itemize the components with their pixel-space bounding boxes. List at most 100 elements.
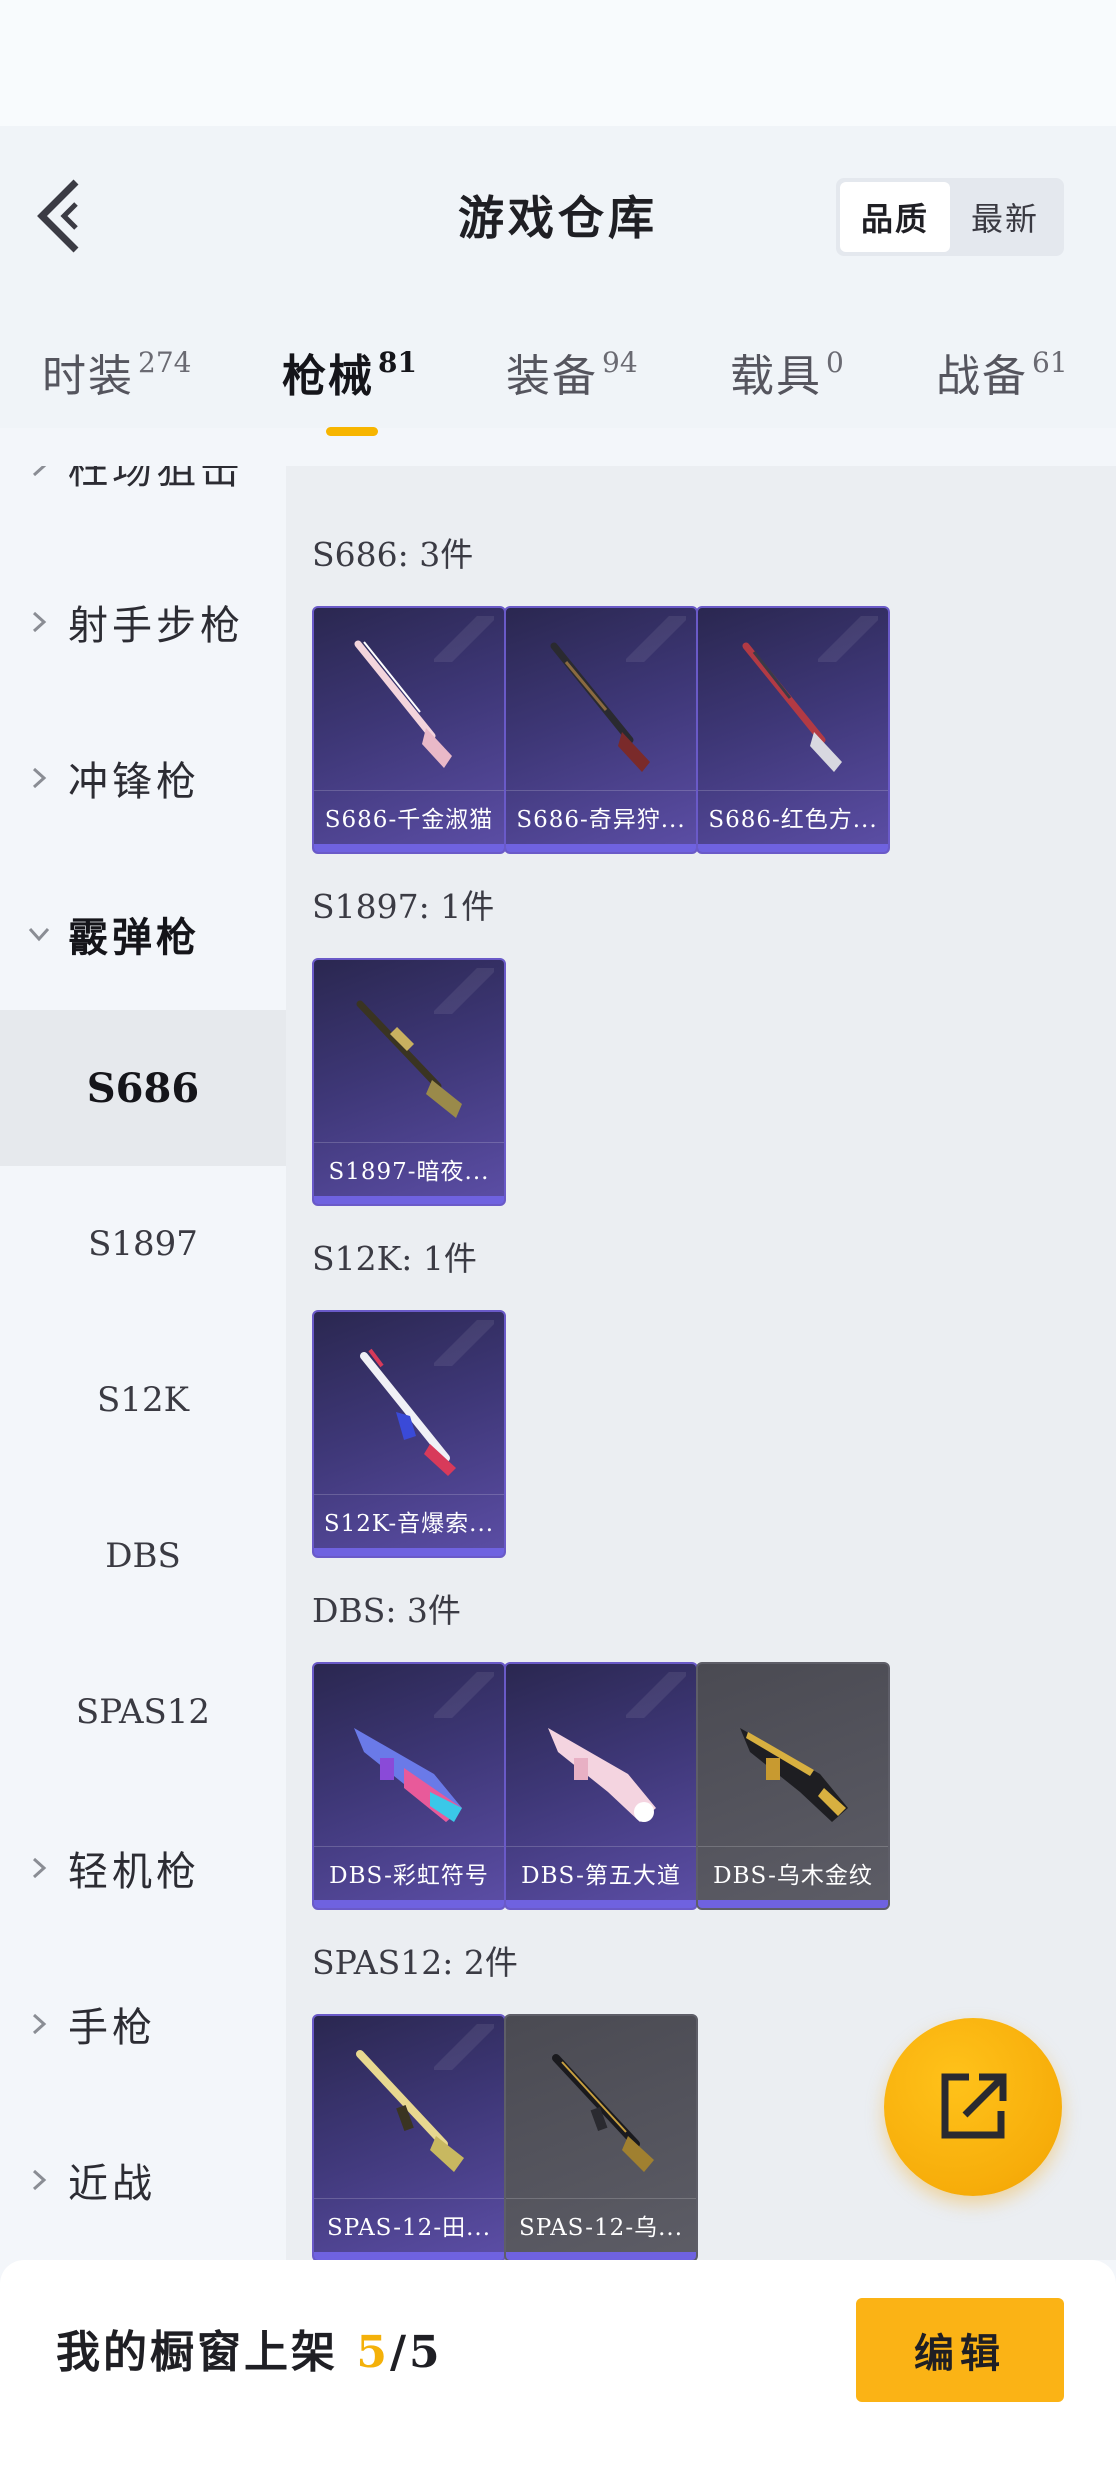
item-name: SPAS-12-乌... xyxy=(506,2198,696,2250)
item-name: DBS-乌木金纹 xyxy=(698,1846,888,1898)
rarity-bar xyxy=(698,1900,888,1908)
sidebar-item-label: 霰弹枪 xyxy=(68,914,200,961)
share-button[interactable] xyxy=(884,2018,1062,2196)
rarity-bar xyxy=(314,2252,504,2260)
rarity-bar xyxy=(506,2252,696,2260)
sort-quality-button[interactable]: 品质 xyxy=(840,182,950,252)
tab-label: 装备 xyxy=(506,351,598,402)
showcase-current-count: 5 xyxy=(356,2327,390,2378)
item-card[interactable]: S1897-暗夜... xyxy=(312,958,506,1206)
item-name: DBS-第五大道 xyxy=(506,1846,696,1898)
auto-shotgun-white-icon xyxy=(334,1336,488,1490)
tab-count: 94 xyxy=(602,346,638,379)
rarity-bar xyxy=(506,1900,696,1908)
rarity-bar xyxy=(314,1196,504,1204)
item-card[interactable]: DBS-彩虹符号 xyxy=(312,1662,506,1910)
sidebar-item-label: 轻机枪 xyxy=(68,1849,200,1895)
rarity-bar xyxy=(314,1548,504,1556)
tab-label: 载具 xyxy=(730,351,822,402)
tab-count: 81 xyxy=(378,346,417,379)
tab-label: 枪械 xyxy=(282,351,374,402)
sidebar-item-shotgun[interactable]: 霰弹枪 xyxy=(0,856,286,1012)
tab-count: 61 xyxy=(1032,346,1068,379)
item-card[interactable]: S686-千金淑猫 xyxy=(312,606,506,854)
spas-gold-icon xyxy=(334,2040,488,2194)
sidebar-item-label: 手枪 xyxy=(68,2005,156,2051)
sort-toggle: 品质 最新 xyxy=(836,178,1064,256)
sort-latest-button[interactable]: 最新 xyxy=(950,182,1060,252)
sidebar-subitem-s686[interactable]: S686 xyxy=(0,1010,286,1166)
sidebar-item-marksman-rifle[interactable]: 射手步枪 xyxy=(0,544,286,700)
sidebar-item-partial[interactable]: 枉场狙击 xyxy=(0,466,286,544)
sidebar-item-label: 射手步枪 xyxy=(68,603,244,649)
chevron-right-icon xyxy=(32,767,47,789)
tab-vehicles[interactable]: 载具 0 xyxy=(730,340,844,450)
chevron-right-icon xyxy=(32,611,47,633)
sidebar-item-label: 枉场狙击 xyxy=(68,466,244,493)
chevron-right-icon xyxy=(32,1857,47,1879)
chevron-down-icon xyxy=(28,927,50,942)
item-grid[interactable]: S686: 3件 S686-千金淑猫 S686-奇异狩... S686-红色方.… xyxy=(286,466,1116,2260)
spas-ebony-icon xyxy=(526,2040,680,2194)
tab-count: 274 xyxy=(138,346,192,379)
shotgun-dark-icon xyxy=(526,632,680,786)
tab-count: 0 xyxy=(826,346,844,379)
group-title-dbs: DBS: 3件 xyxy=(312,1591,461,1630)
rarity-bar xyxy=(314,1900,504,1908)
item-card[interactable]: DBS-乌木金纹 xyxy=(696,1662,890,1910)
item-name: S12K-音爆索... xyxy=(314,1494,504,1546)
chevron-right-icon xyxy=(32,466,47,477)
group-title-s1897: S1897: 1件 xyxy=(312,887,495,926)
item-card[interactable]: S686-奇异狩... xyxy=(504,606,698,854)
sidebar-item-melee[interactable]: 近战 xyxy=(0,2102,286,2258)
rarity-bar xyxy=(698,844,888,852)
item-name: S1897-暗夜... xyxy=(314,1142,504,1194)
category-tabs: 时装 274 枪械 81 装备 94 载具 0 战备 61 xyxy=(0,340,1116,450)
shotgun-red-icon xyxy=(718,632,872,786)
chevron-right-icon xyxy=(32,2169,47,2191)
status-bar-area xyxy=(0,0,1116,126)
sidebar-item-label: 冲锋枪 xyxy=(68,759,200,805)
item-card[interactable]: SPAS-12-乌... xyxy=(504,2014,698,2260)
group-title-spas12: SPAS12: 2件 xyxy=(312,1943,518,1982)
rarity-bar xyxy=(314,844,504,852)
sidebar-subitem-s12k[interactable]: S12K xyxy=(0,1322,286,1478)
tab-label: 时装 xyxy=(42,351,134,402)
sidebar-item-pistol[interactable]: 手枪 xyxy=(0,1946,286,2102)
item-card[interactable]: S12K-音爆索... xyxy=(312,1310,506,1558)
sidebar-subitem-s1897[interactable]: S1897 xyxy=(0,1166,286,1322)
tab-equipment[interactable]: 装备 94 xyxy=(506,340,638,450)
pump-shotgun-gold-icon xyxy=(334,984,488,1138)
item-card[interactable]: SPAS-12-田... xyxy=(312,2014,506,2260)
showcase-label: 我的橱窗上架 xyxy=(56,2327,338,2378)
sidebar-item-label: 近战 xyxy=(68,2161,156,2207)
showcase-status: 我的橱窗上架 5/5 xyxy=(56,2316,443,2380)
group-title-s12k: S12K: 1件 xyxy=(312,1239,477,1278)
edit-button[interactable]: 编辑 xyxy=(856,2298,1064,2402)
active-tab-indicator xyxy=(326,427,378,436)
showcase-total-count: 5 xyxy=(409,2327,443,2378)
bullpup-gold-icon xyxy=(718,1688,872,1842)
sidebar-subitem-dbs[interactable]: DBS xyxy=(0,1478,286,1634)
sidebar[interactable]: 枉场狙击 射手步枪 冲锋枪 霰弹枪 S686 S1897 S12K DBS SP… xyxy=(0,466,286,2260)
showcase-separator: / xyxy=(389,2327,410,2378)
item-name: S686-千金淑猫 xyxy=(314,790,504,842)
chevron-right-icon xyxy=(32,2013,47,2035)
sidebar-subitem-spas12[interactable]: SPAS12 xyxy=(0,1634,286,1790)
bullpup-pink-icon xyxy=(526,1688,680,1842)
item-name: DBS-彩虹符号 xyxy=(314,1846,504,1898)
share-out-icon xyxy=(941,2073,1007,2139)
tab-label: 战备 xyxy=(936,351,1028,402)
tab-combat-supplies[interactable]: 战备 61 xyxy=(936,340,1068,450)
sidebar-item-smg[interactable]: 冲锋枪 xyxy=(0,700,286,856)
tab-fashion[interactable]: 时装 274 xyxy=(42,340,191,450)
rarity-bar xyxy=(506,844,696,852)
group-title-s686: S686: 3件 xyxy=(312,535,474,574)
sidebar-item-lmg[interactable]: 轻机枪 xyxy=(0,1790,286,1946)
item-name: S686-红色方... xyxy=(698,790,888,842)
bullpup-rainbow-icon xyxy=(334,1688,488,1842)
shotgun-pink-icon xyxy=(334,632,488,786)
item-card[interactable]: DBS-第五大道 xyxy=(504,1662,698,1910)
item-card[interactable]: S686-红色方... xyxy=(696,606,890,854)
item-name: S686-奇异狩... xyxy=(506,790,696,842)
